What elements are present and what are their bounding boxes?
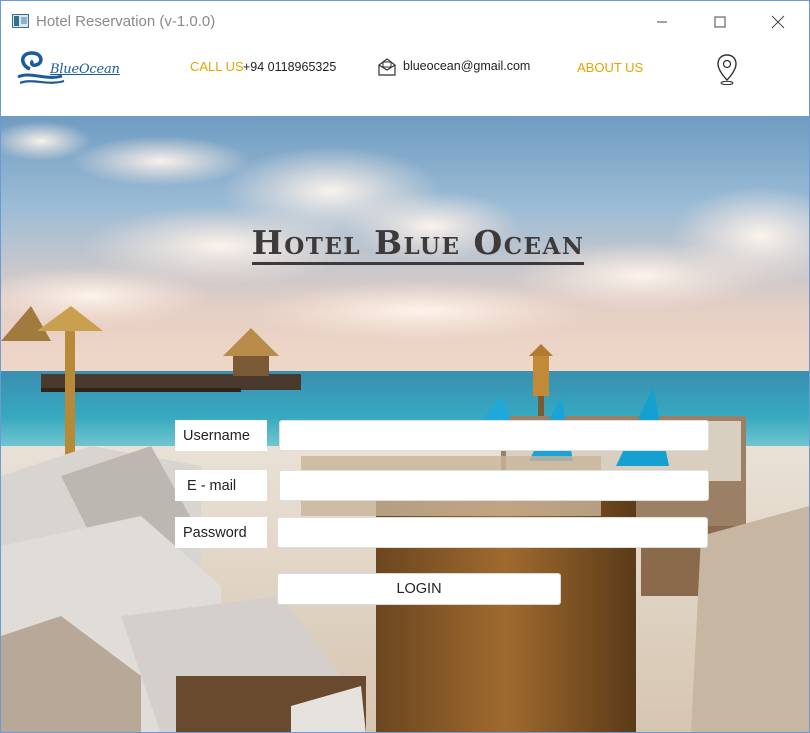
about-us-link[interactable]: ABOUT US	[577, 60, 643, 75]
email-input[interactable]	[279, 470, 709, 501]
password-label: Password	[175, 517, 267, 548]
call-us-label: CALL US	[190, 59, 244, 74]
logo-text: BlueOcean	[50, 62, 120, 77]
maximize-button[interactable]	[697, 1, 743, 43]
close-button[interactable]	[755, 1, 801, 43]
title-bar: Hotel Reservation (v-1.0.0)	[1, 1, 809, 43]
close-icon	[771, 15, 785, 29]
username-input[interactable]	[279, 420, 709, 451]
password-input[interactable]	[277, 517, 708, 548]
login-button[interactable]: LOGIN	[277, 573, 561, 605]
hotel-title: Hotel Blue Ocean	[1, 223, 809, 265]
brand-logo: BlueOcean	[16, 51, 126, 91]
hotel-title-text: Hotel Blue Ocean	[251, 223, 585, 265]
window-title: Hotel Reservation (v-1.0.0)	[36, 13, 216, 30]
map-pin-icon[interactable]	[715, 53, 739, 87]
email-label: E - mail	[175, 470, 267, 501]
maximize-icon	[714, 16, 726, 28]
app-window: Hotel Reservation (v-1.0.0) BlueOcean CA…	[0, 0, 810, 733]
username-label: Username	[175, 420, 267, 451]
minimize-icon	[657, 21, 667, 23]
app-header: BlueOcean CALL US +94 0118965325 blueoce…	[1, 43, 809, 116]
minimize-button[interactable]	[639, 1, 685, 43]
phone-number: +94 0118965325	[243, 60, 337, 74]
email-address: blueocean@gmail.com	[403, 59, 531, 73]
app-icon	[12, 14, 29, 28]
envelope-icon	[378, 58, 396, 76]
